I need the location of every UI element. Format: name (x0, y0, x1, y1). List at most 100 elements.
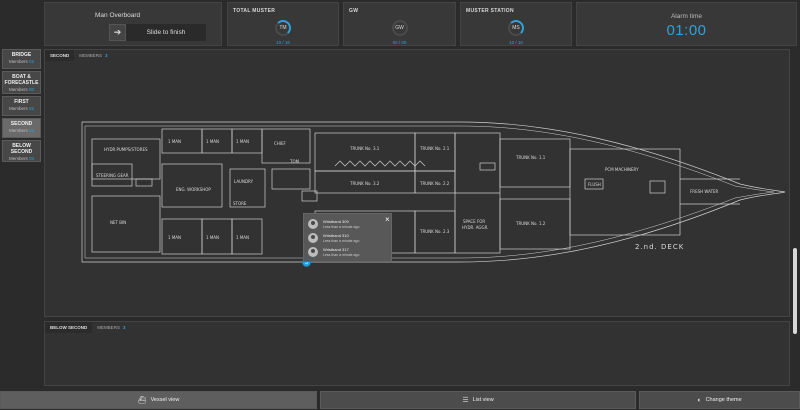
room-label: ENG. WORKSHOP (176, 187, 211, 192)
alarm-time-value: 01:00 (666, 22, 707, 39)
room-label: 1 MAN (168, 235, 181, 240)
members-label: Members (8, 106, 28, 111)
deck-name: BOAT & FORECASTLE (4, 74, 39, 86)
person-time: Less than a minute ago (323, 253, 360, 257)
vessel-view-button[interactable]: ⛴ Vessel view (0, 391, 317, 409)
vessel-view-label: Vessel view (150, 397, 180, 403)
second-deck-tab[interactable]: SECOND (45, 50, 75, 61)
person-name: Wristband 310 (323, 233, 349, 238)
members-label: MEMBERS (79, 53, 103, 58)
total-muster-label: TOTAL MUSTER (233, 8, 276, 14)
sidebar-item-below-second[interactable]: BELOW SECOND Members 03 (2, 140, 41, 162)
room-label: TRUNK No. 2.3 (419, 229, 450, 234)
room-label: HYDR.PUMPS/STORES (104, 147, 148, 152)
sidebar-item-bridge[interactable]: BRIDGE Members 02 (2, 49, 41, 69)
room-label: TRUNK No. 2.1 (419, 146, 450, 151)
sidebar-item-first[interactable]: FIRST Members 02 (2, 96, 41, 116)
room-label: STEERING GEAR (96, 173, 129, 178)
second-deck-tabs: SECOND MEMBERS 3 (45, 50, 113, 61)
muster-station-code: MS (512, 25, 520, 31)
deck-title: 2.nd. DECK (635, 243, 684, 251)
list-view-button[interactable]: ☰ List view (320, 391, 636, 409)
change-theme-label: Change theme (705, 397, 742, 403)
room-label: 1 MAN (236, 139, 249, 144)
room-label: FRESH WATER (690, 189, 719, 194)
members-label: Members (8, 59, 28, 64)
total-muster-panel: TOTAL MUSTER TM 10 / 16 (227, 2, 339, 46)
muster-station-count: 10 / 16 (509, 40, 523, 45)
room-label: 1 MAN (236, 235, 249, 240)
room-label: TOM (289, 159, 300, 164)
total-muster-gauge: TM (275, 20, 291, 36)
avatar (308, 233, 318, 243)
scrollbar-track[interactable] (792, 49, 798, 389)
gw-gauge: GW (391, 20, 408, 36)
ship-icon: ⛴ (137, 397, 147, 404)
members-count: 02 (29, 59, 35, 64)
muster-station-panel: MUSTER STATION MS 10 / 16 (460, 2, 572, 46)
deck-name: FIRST (14, 99, 29, 105)
room-label: TRUNK No. 1.1 (515, 155, 546, 160)
below-second-members: MEMBERS 3 (92, 322, 130, 333)
members-count: 02 (29, 106, 35, 111)
room-label: SPACE FOR (463, 219, 485, 224)
man-overboard-panel: Man Overboard ➔ Slide to finish (44, 2, 222, 46)
below-second-panel: BELOW SECOND MEMBERS 3 (44, 321, 790, 386)
scrollbar-thumb[interactable] (793, 248, 797, 334)
below-second-tabs: BELOW SECOND MEMBERS 3 (45, 322, 131, 333)
room-label: 1 MAN (168, 139, 181, 144)
members-label: Members (8, 128, 28, 133)
list-icon: ☰ (462, 397, 469, 404)
list-item[interactable]: Wristband 310 Less than a minute ago (308, 233, 388, 246)
slide-to-finish-slider[interactable]: Slide to finish (126, 24, 206, 41)
room-label: PCM MACHINERY (605, 167, 639, 172)
deck-plan[interactable]: HYDR.PUMPS/STORES STEERING GEAR NET BIN … (80, 119, 790, 266)
below-second-tab[interactable]: BELOW SECOND (45, 322, 93, 333)
deck-name: BELOW SECOND (10, 143, 33, 155)
deck-name: BRIDGE (11, 52, 32, 58)
members-label: Members (8, 87, 28, 92)
change-theme-button[interactable]: ◐ Change theme (639, 391, 800, 409)
room-label: HYDR. AGGR. (462, 225, 488, 230)
man-overboard-title: Man Overboard (95, 12, 141, 19)
total-muster-code: TM (279, 25, 287, 31)
total-muster-count: 10 / 16 (276, 40, 290, 45)
room-label: NET BIN (110, 220, 126, 225)
second-deck-members: MEMBERS 3 (74, 50, 112, 61)
person-name: Wristband 317 (323, 247, 349, 252)
members-count: 00 (29, 87, 35, 92)
muster-station-gauge: MS (508, 20, 524, 36)
list-view-label: List view (472, 397, 494, 403)
members-count: 3 (105, 53, 108, 58)
second-deck-panel: SECOND MEMBERS 3 HYDR.PUMPS/STORES STEER… (44, 49, 790, 317)
gw-count: 00 / 00 (392, 40, 407, 45)
sidebar-item-boat-forecastle[interactable]: BOAT & FORECASTLE Members 00 (2, 71, 41, 94)
room-label: STORE (233, 201, 247, 206)
person-time: Less than a minute ago (323, 225, 360, 229)
room-label: FLUSH (588, 182, 601, 187)
members-count: 03 (29, 128, 35, 133)
members-label: MEMBERS (97, 325, 121, 330)
room-label: CHIEF (274, 141, 287, 146)
members-count: 3 (123, 325, 126, 330)
list-item[interactable]: Wristband 309 Less than a minute ago (308, 219, 388, 232)
avatar (308, 219, 318, 229)
deck-name: SECOND (10, 121, 33, 127)
gw-label: GW (349, 8, 359, 14)
room-label: TRUNK No. 1.2 (515, 221, 546, 226)
room-label: 1 MAN (206, 139, 219, 144)
room-label: LAUNDRY (234, 179, 254, 184)
members-count: 03 (29, 156, 35, 161)
members-label: Members (8, 156, 28, 161)
room-label: TRUNK No. 3.2 (349, 181, 380, 186)
list-item[interactable]: Wristband 317 Less than a minute ago (308, 247, 388, 260)
room-label: TRUNK No. 2.2 (419, 181, 450, 186)
avatar (308, 247, 318, 257)
alarm-time-panel: Alarm time 01:00 (576, 2, 797, 46)
theme-icon: ◐ (697, 396, 702, 404)
person-name: Wristband 309 (323, 219, 349, 224)
room-label: 1 MAN (206, 235, 219, 240)
sidebar-item-second[interactable]: SECOND Members 03 (2, 118, 41, 138)
room-label: TRUNK No. 3.1 (349, 146, 380, 151)
arrow-right-icon[interactable]: ➔ (109, 24, 126, 41)
